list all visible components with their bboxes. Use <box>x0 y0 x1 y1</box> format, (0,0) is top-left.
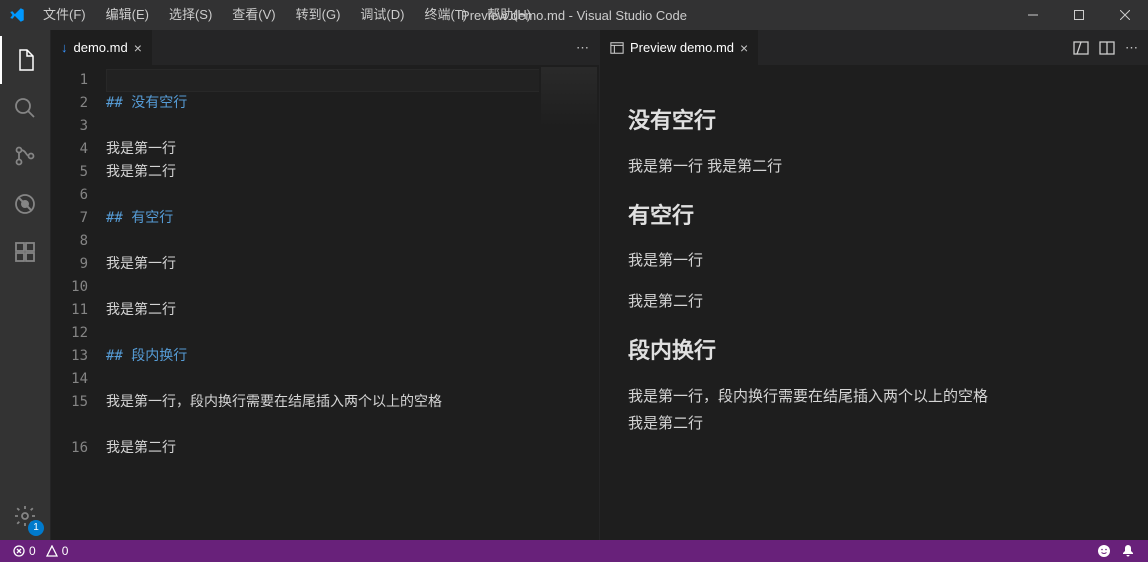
menu-help[interactable]: 帮助(H) <box>478 0 540 30</box>
show-source-icon[interactable] <box>1073 40 1089 56</box>
warning-icon <box>46 545 58 557</box>
code-area[interactable]: ## 没有空行 我是第一行我是第二行 ## 有空行 我是第一行 我是第二行 ##… <box>106 65 599 540</box>
menu-bar: 文件(F) 编辑(E) 选择(S) 查看(V) 转到(G) 调试(D) 终端(T… <box>34 0 540 30</box>
minimize-button[interactable] <box>1010 0 1056 30</box>
menu-selection[interactable]: 选择(S) <box>160 0 221 30</box>
debug-icon[interactable] <box>0 180 50 228</box>
preview-paragraph: 我是第一行 我是第二行 <box>628 153 1120 180</box>
error-icon <box>13 545 25 557</box>
explorer-icon[interactable] <box>0 36 50 84</box>
tabs-right: Preview demo.md × ⋯ <box>600 30 1148 65</box>
line-gutter: 123456789101112131415 16 <box>51 65 106 540</box>
status-errors[interactable]: 0 <box>8 544 41 558</box>
editor-area: ↓ demo.md × ⋯ 123456789101112131415 16 #… <box>50 30 1148 540</box>
error-count: 0 <box>29 544 36 558</box>
tab-label: demo.md <box>74 40 128 55</box>
minimap[interactable] <box>539 65 599 540</box>
preview-paragraph: 我是第一行 <box>628 247 1120 274</box>
window-controls <box>1010 0 1148 30</box>
preview-paragraph: 我是第二行 <box>628 288 1120 315</box>
preview-heading: 有空行 <box>628 196 1120 236</box>
settings-badge: 1 <box>28 520 44 536</box>
main-area: 1 ↓ demo.md × ⋯ 123456789101112131415 16… <box>0 30 1148 540</box>
titlebar: 文件(F) 编辑(E) 选择(S) 查看(V) 转到(G) 调试(D) 终端(T… <box>0 0 1148 30</box>
maximize-button[interactable] <box>1056 0 1102 30</box>
split-editor-icon[interactable] <box>1099 40 1115 56</box>
minimap-thumb <box>541 67 597 127</box>
preview-paragraph: 我是第一行，段内换行需要在结尾插入两个以上的空格我是第二行 <box>628 383 1120 437</box>
current-line-highlight <box>106 69 581 92</box>
menu-view[interactable]: 查看(V) <box>223 0 284 30</box>
preview-heading: 没有空行 <box>628 101 1120 141</box>
tabs-left: ↓ demo.md × ⋯ <box>51 30 599 65</box>
more-actions-icon[interactable]: ⋯ <box>576 40 589 56</box>
notifications-bell-icon[interactable] <box>1116 544 1140 558</box>
menu-file[interactable]: 文件(F) <box>34 0 95 30</box>
close-icon[interactable]: × <box>740 40 748 56</box>
markdown-file-icon: ↓ <box>61 40 68 55</box>
tab-preview-demo-md[interactable]: Preview demo.md × <box>600 30 759 65</box>
preview-heading: 段内换行 <box>628 331 1120 371</box>
source-control-icon[interactable] <box>0 132 50 180</box>
status-bar: 0 0 <box>0 540 1148 562</box>
feedback-smiley-icon[interactable] <box>1092 544 1116 558</box>
vscode-logo-icon <box>0 6 34 24</box>
search-icon[interactable] <box>0 84 50 132</box>
more-actions-icon[interactable]: ⋯ <box>1125 40 1138 56</box>
preview-icon <box>610 41 624 55</box>
editor-body[interactable]: 123456789101112131415 16 ## 没有空行 我是第一行我是… <box>51 65 599 540</box>
warning-count: 0 <box>62 544 69 558</box>
editor-pane-left: ↓ demo.md × ⋯ 123456789101112131415 16 #… <box>50 30 599 540</box>
menu-debug[interactable]: 调试(D) <box>351 0 413 30</box>
menu-edit[interactable]: 编辑(E) <box>97 0 158 30</box>
tab-demo-md[interactable]: ↓ demo.md × <box>51 30 153 65</box>
menu-go[interactable]: 转到(G) <box>287 0 350 30</box>
editor-pane-right: Preview demo.md × ⋯ 没有空行 我是第一行 我是第二行 有空行… <box>599 30 1148 540</box>
status-warnings[interactable]: 0 <box>41 544 74 558</box>
activity-bar: 1 <box>0 30 50 540</box>
menu-terminal[interactable]: 终端(T) <box>415 0 476 30</box>
markdown-preview[interactable]: 没有空行 我是第一行 我是第二行 有空行 我是第一行 我是第二行 段内换行 我是… <box>600 65 1148 540</box>
settings-gear-icon[interactable]: 1 <box>0 492 50 540</box>
close-button[interactable] <box>1102 0 1148 30</box>
tab-label: Preview demo.md <box>630 40 734 55</box>
extensions-icon[interactable] <box>0 228 50 276</box>
close-icon[interactable]: × <box>134 40 142 56</box>
